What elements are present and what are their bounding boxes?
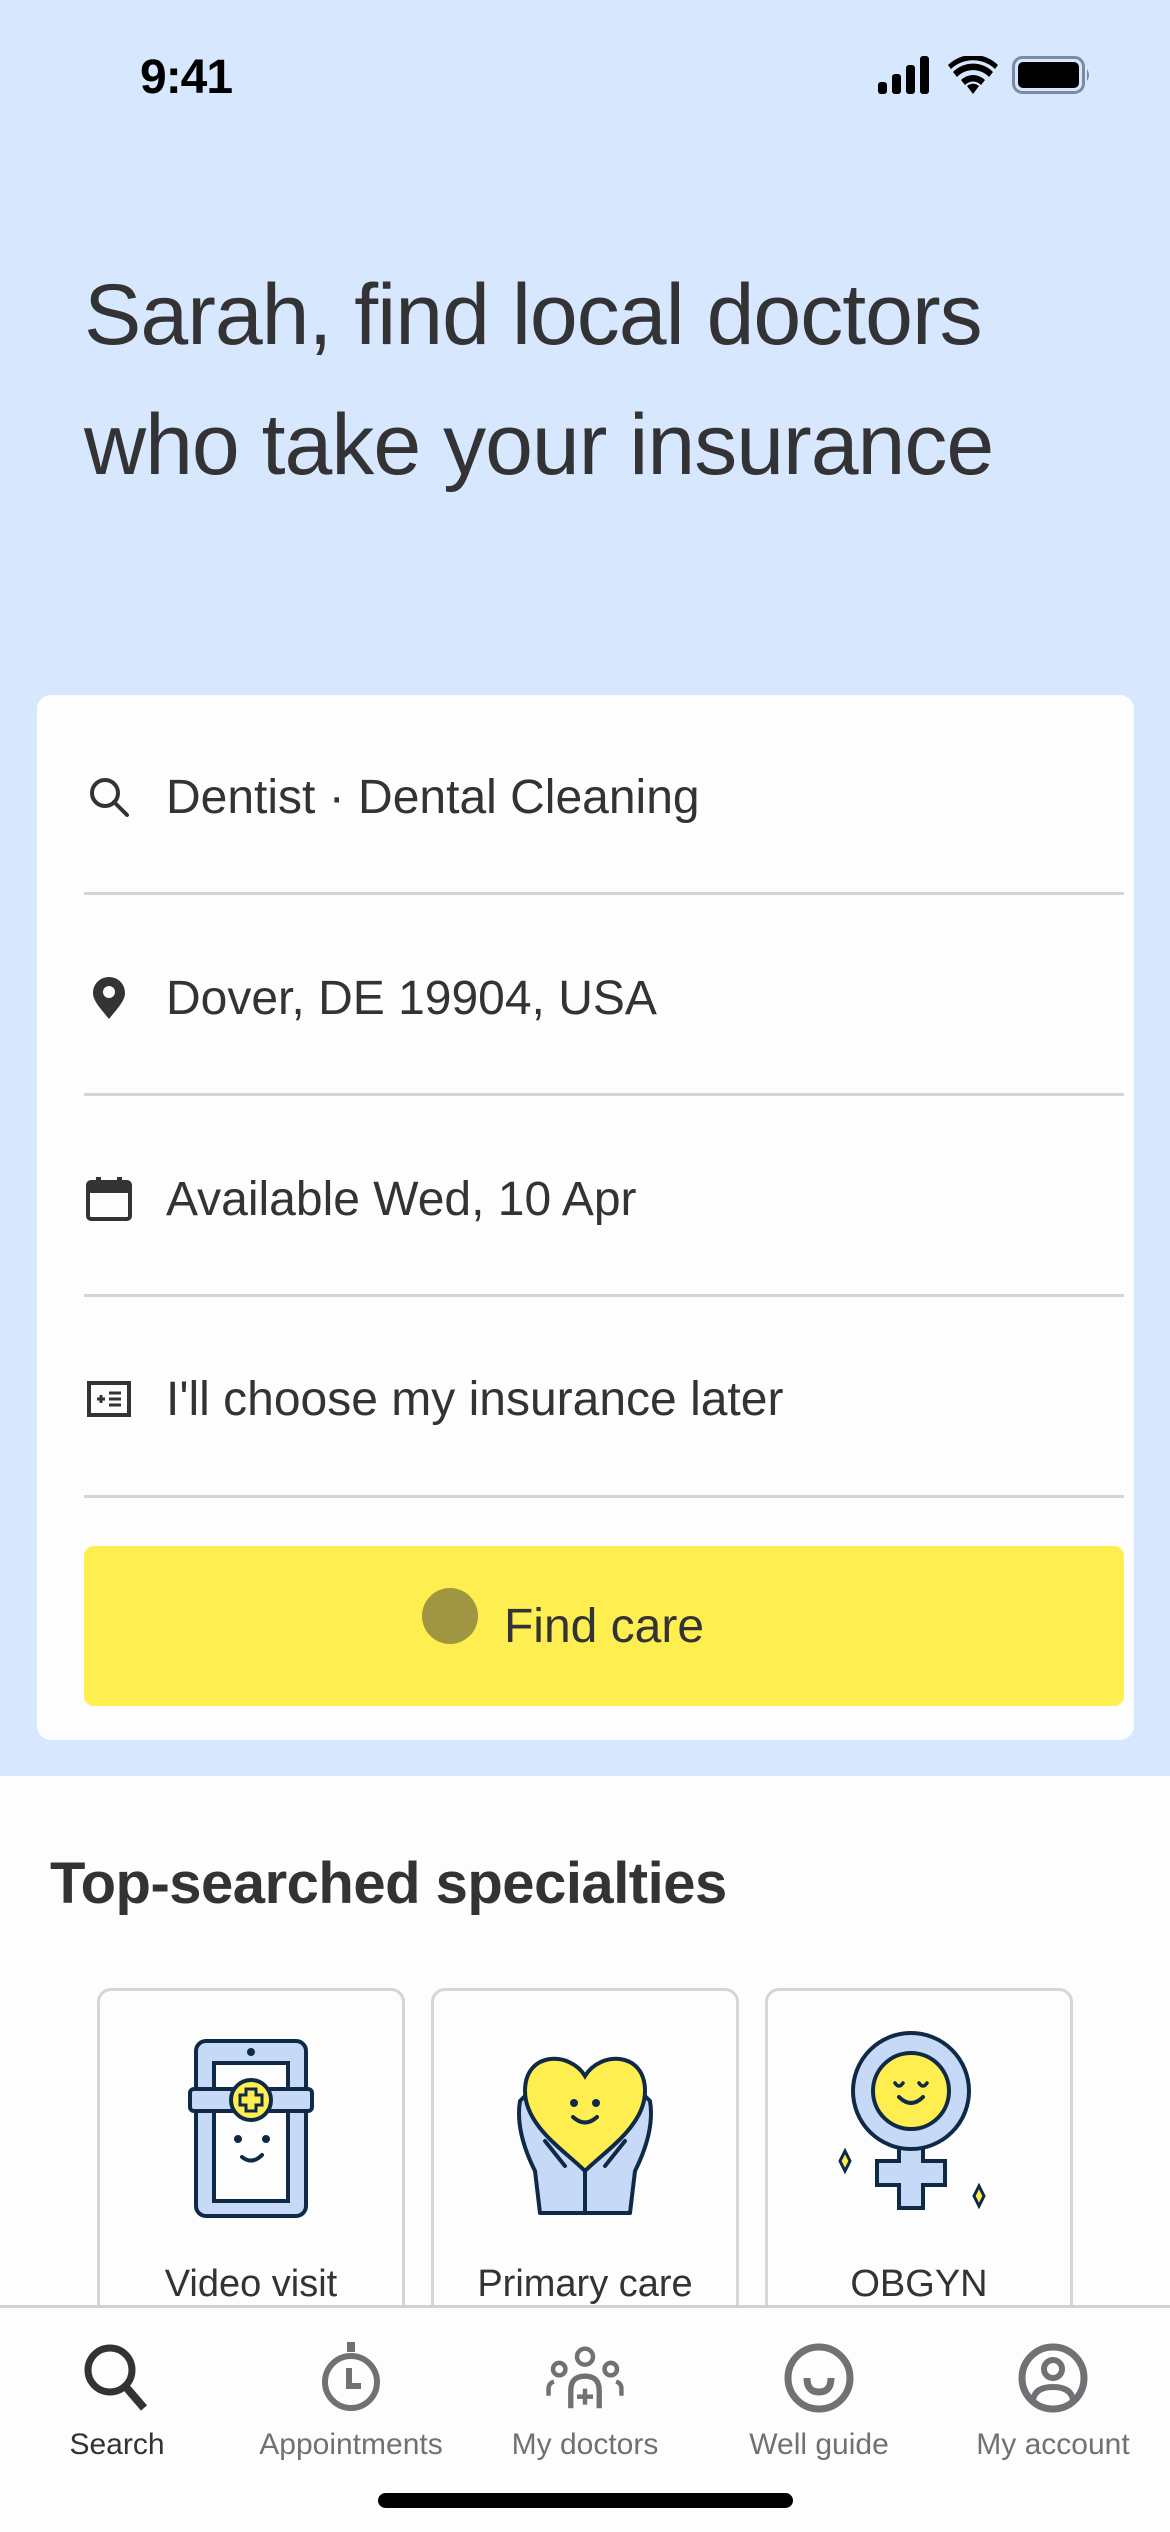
field-divider [84, 1093, 1124, 1096]
date-field[interactable]: Available Wed, 10 Apr [84, 1099, 1124, 1299]
status-time: 9:41 [140, 51, 233, 104]
specialty-field[interactable]: Dentist · Dental Cleaning [84, 697, 1124, 897]
nav-item-my-doctors[interactable]: My doctors [468, 2338, 702, 2468]
search-form-card: Dentist · Dental Cleaning Dover, DE 1990… [37, 695, 1134, 1740]
nav-label: My doctors [511, 2428, 659, 2461]
insurance-field[interactable]: I'll choose my insurance later [84, 1299, 1124, 1499]
nav-label: My account [976, 2428, 1130, 2461]
smile-icon [779, 2338, 859, 2418]
touch-indicator [422, 1588, 478, 1644]
nav-label: Search [69, 2428, 165, 2461]
nav-item-search[interactable]: Search [0, 2338, 234, 2468]
field-divider [84, 1495, 1124, 1498]
specialty-value: Dentist · Dental Cleaning [166, 770, 700, 824]
specialty-card-video-visit[interactable]: Video visit [97, 1988, 405, 2318]
specialty-card-obgyn[interactable]: OBGYN [765, 1988, 1073, 2318]
home-indicator[interactable] [378, 2493, 793, 2508]
nav-item-well-guide[interactable]: Well guide [702, 2338, 936, 2468]
specialty-label: Video visit [164, 2263, 338, 2305]
search-icon [84, 772, 134, 822]
wifi-icon [948, 56, 998, 94]
video-visit-tablet-icon [100, 2031, 402, 2231]
location-value: Dover, DE 19904, USA [166, 971, 657, 1025]
search-icon [77, 2338, 157, 2418]
nav-item-my-account[interactable]: My account [936, 2338, 1170, 2468]
nav-label: Appointments [259, 2428, 443, 2461]
heart-in-hands-icon [434, 2031, 736, 2231]
specialty-label: Primary care [477, 2263, 693, 2305]
female-symbol-icon [768, 2031, 1070, 2231]
insurance-value: I'll choose my insurance later [166, 1372, 784, 1426]
account-icon [1013, 2338, 1093, 2418]
calendar-icon [84, 1174, 134, 1224]
nav-label: Well guide [749, 2428, 889, 2461]
nav-item-appointments[interactable]: Appointments [234, 2338, 468, 2468]
insurance-card-icon [84, 1374, 134, 1424]
find-care-button[interactable]: Find care [84, 1546, 1124, 1706]
field-divider [84, 892, 1124, 895]
specialty-card-primary-care[interactable]: Primary care [431, 1988, 739, 2318]
battery-icon [1012, 56, 1089, 94]
status-icons [876, 56, 1092, 94]
stopwatch-icon [311, 2338, 391, 2418]
field-divider [84, 1294, 1124, 1297]
location-pin-icon [84, 973, 134, 1023]
date-value: Available Wed, 10 Apr [166, 1172, 637, 1226]
specialties-title: Top-searched specialties [50, 1851, 727, 1916]
doctors-group-icon [545, 2338, 625, 2418]
cellular-signal-icon [878, 56, 929, 94]
status-bar: 9:41 [0, 0, 1170, 150]
page-headline: Sarah, find local doctors who take your … [84, 267, 994, 493]
specialty-label: OBGYN [850, 2263, 988, 2305]
location-field[interactable]: Dover, DE 19904, USA [84, 898, 1124, 1098]
